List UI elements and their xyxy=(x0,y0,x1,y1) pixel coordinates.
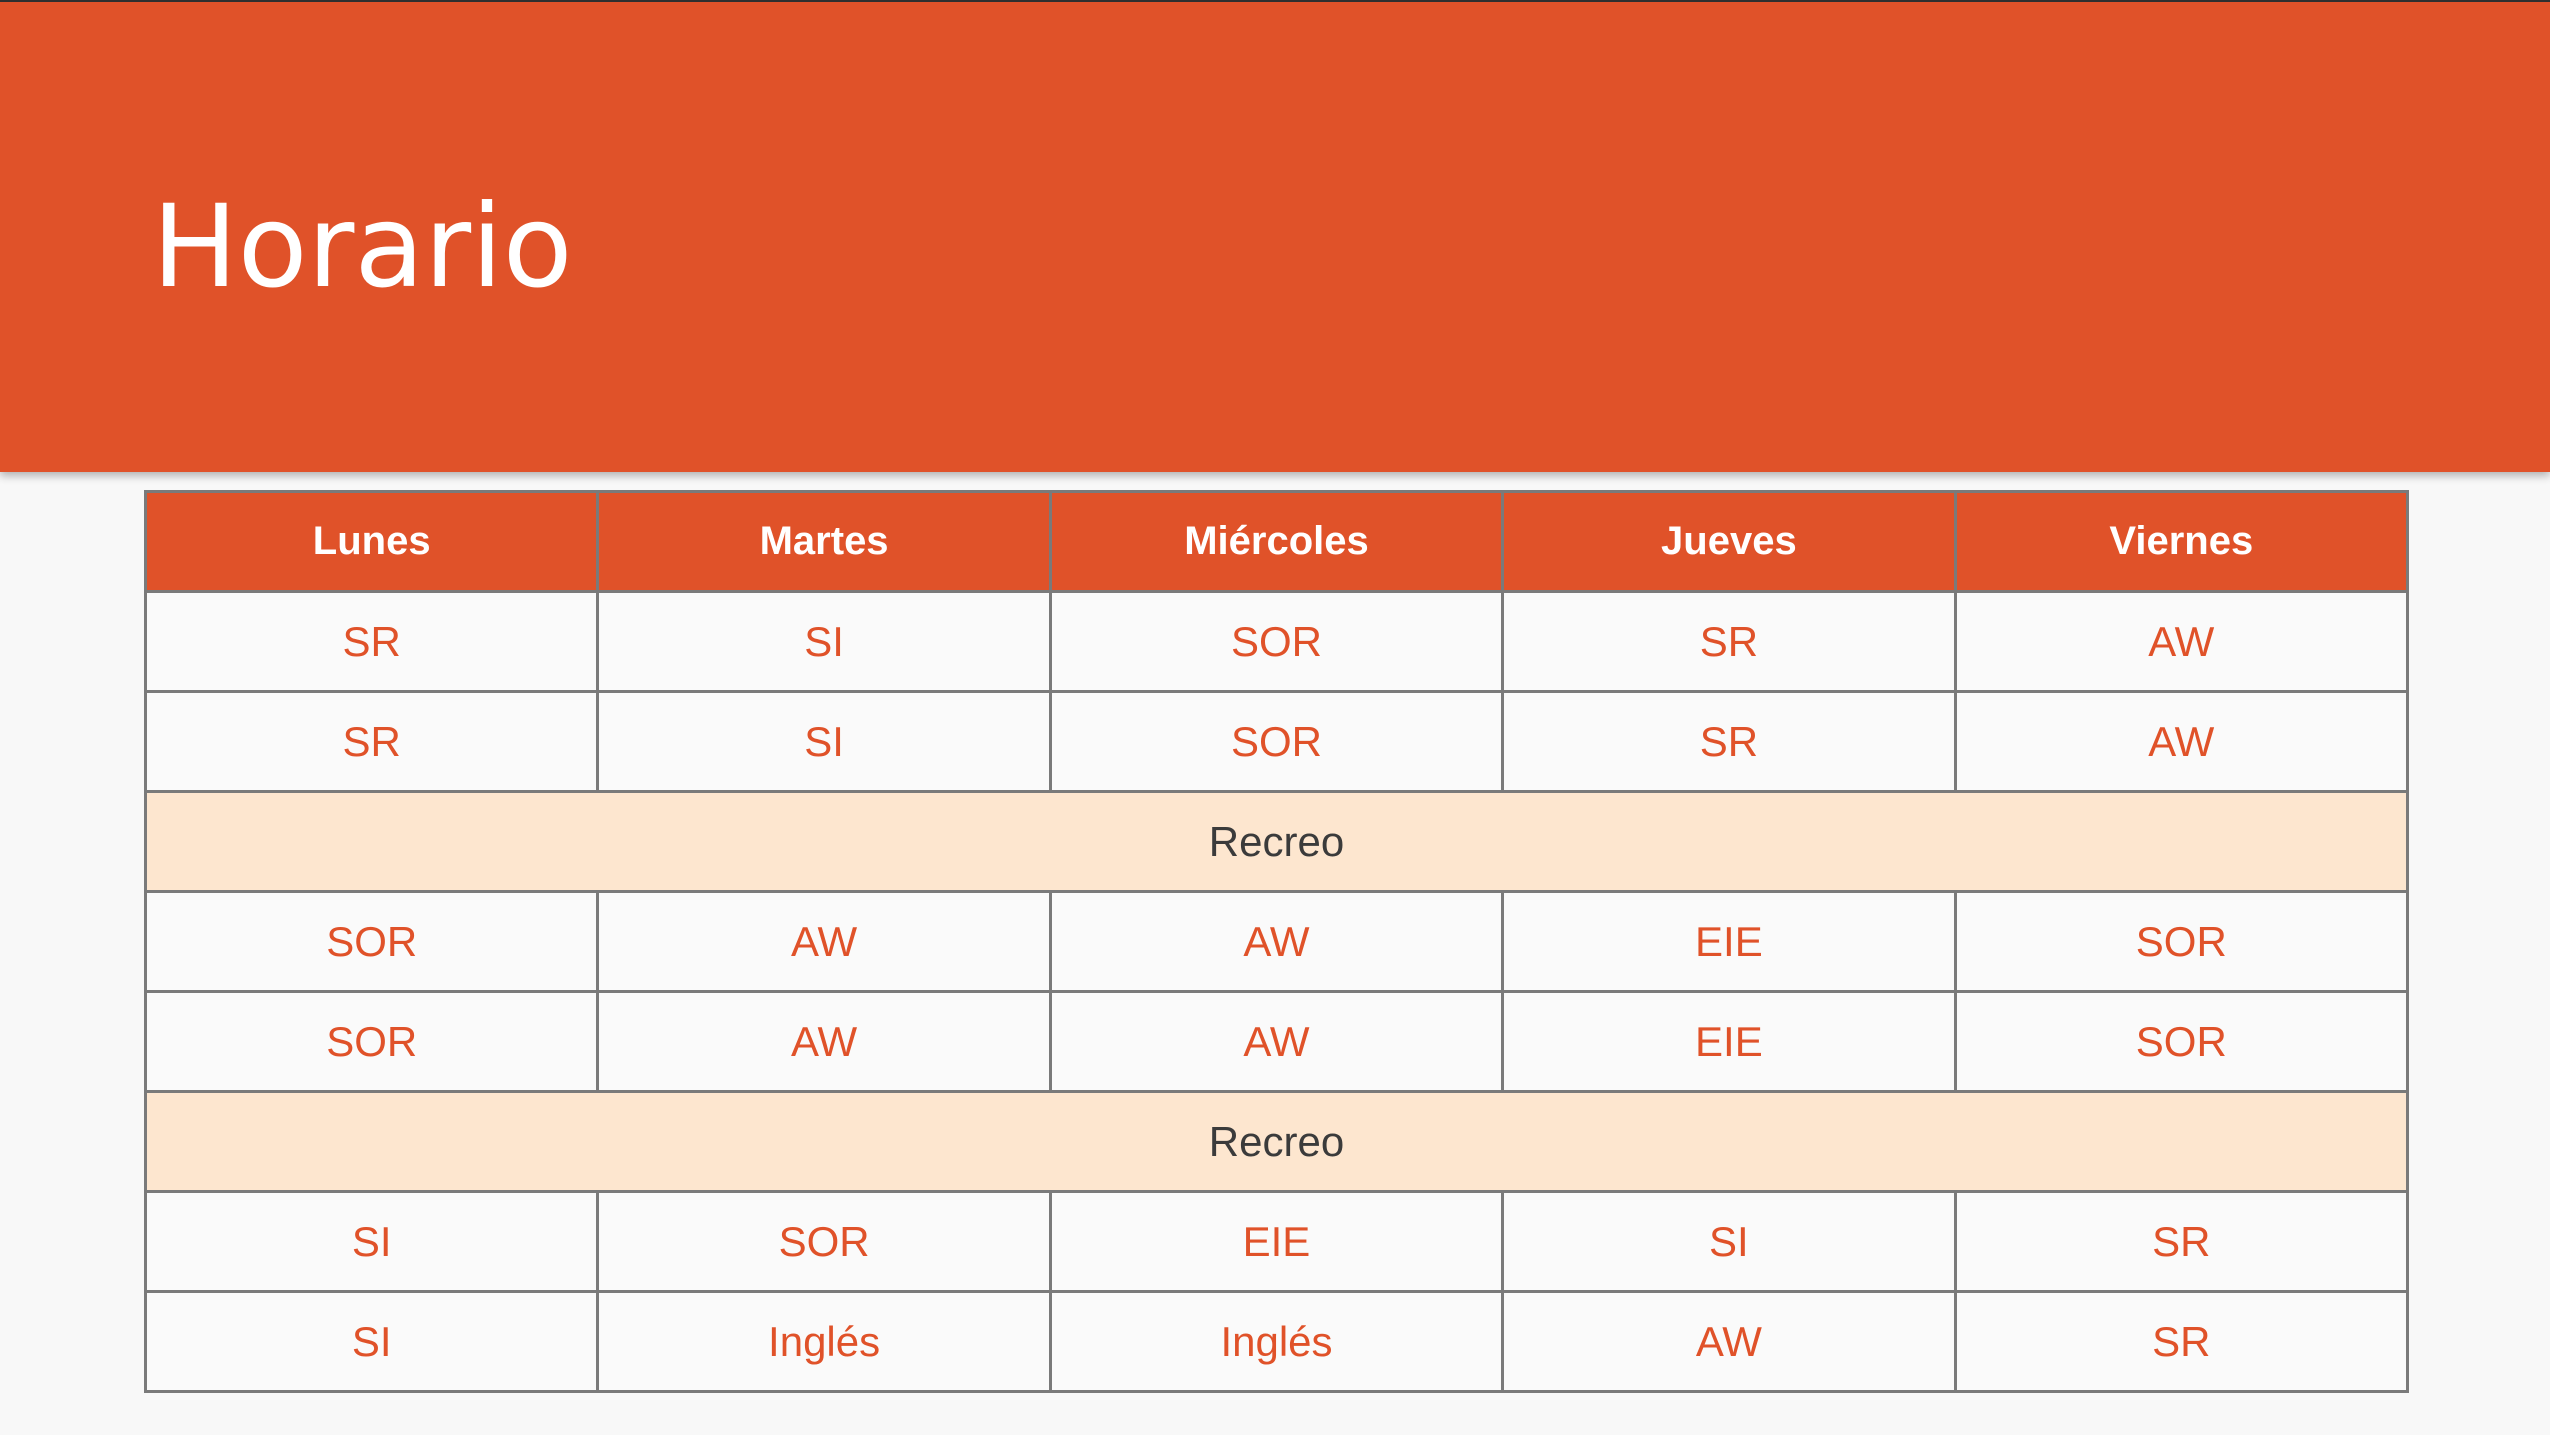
page-title: Horario xyxy=(152,180,573,313)
table-cell: AW xyxy=(596,890,1052,993)
column-header-tuesday: Martes xyxy=(596,490,1052,593)
column-header-friday: Viernes xyxy=(1953,490,2410,593)
break-cell: Recreo xyxy=(144,790,2409,893)
table-cell: SOR xyxy=(143,890,600,993)
table-cell: Inglés xyxy=(1048,1290,1505,1393)
table-cell: SOR xyxy=(1048,690,1505,793)
table-cell: AW xyxy=(1953,690,2410,793)
table-cell: AW xyxy=(1048,990,1505,1093)
title-banner: Horario xyxy=(0,0,2550,472)
table-row: SOR AW AW EIE SOR xyxy=(143,990,2410,1093)
table-cell: SI xyxy=(596,590,1052,693)
column-header-thursday: Jueves xyxy=(1501,490,1957,593)
column-header-monday: Lunes xyxy=(143,490,600,593)
break-row: Recreo xyxy=(144,790,2409,893)
table-cell: SI xyxy=(143,1190,600,1293)
table-cell: SOR xyxy=(596,1190,1052,1293)
table-row: SI SOR EIE SI SR xyxy=(143,1190,2410,1293)
table-cell: SOR xyxy=(1048,590,1505,693)
table-cell: SR xyxy=(1953,1290,2410,1393)
table-row: SI Inglés Inglés AW SR xyxy=(143,1290,2410,1393)
table-cell: SR xyxy=(143,690,600,793)
table-cell: SR xyxy=(1501,590,1957,693)
table-header-row: Lunes Martes Miércoles Jueves Viernes xyxy=(143,490,2410,593)
table-row: SR SI SOR SR AW xyxy=(143,590,2410,693)
column-header-wednesday: Miércoles xyxy=(1048,490,1505,593)
table-cell: EIE xyxy=(1501,890,1957,993)
table-cell: SOR xyxy=(1953,990,2410,1093)
table-cell: EIE xyxy=(1501,990,1957,1093)
table-cell: Inglés xyxy=(596,1290,1052,1393)
table-cell: SI xyxy=(1501,1190,1957,1293)
table-cell: EIE xyxy=(1048,1190,1505,1293)
table-cell: SR xyxy=(1501,690,1957,793)
table-cell: SOR xyxy=(1953,890,2410,993)
schedule-table: Lunes Martes Miércoles Jueves Viernes SR… xyxy=(143,490,2410,1393)
table-cell: AW xyxy=(1501,1290,1957,1393)
table-row: SOR AW AW EIE SOR xyxy=(143,890,2410,993)
table-cell: AW xyxy=(596,990,1052,1093)
table-cell: SR xyxy=(1953,1190,2410,1293)
table-cell: SOR xyxy=(143,990,600,1093)
break-cell: Recreo xyxy=(144,1090,2409,1193)
table-cell: SI xyxy=(143,1290,600,1393)
table-cell: SI xyxy=(596,690,1052,793)
table-cell: AW xyxy=(1048,890,1505,993)
table-row: SR SI SOR SR AW xyxy=(143,690,2410,793)
break-row: Recreo xyxy=(144,1090,2409,1193)
table-cell: SR xyxy=(143,590,600,693)
table-cell: AW xyxy=(1953,590,2410,693)
